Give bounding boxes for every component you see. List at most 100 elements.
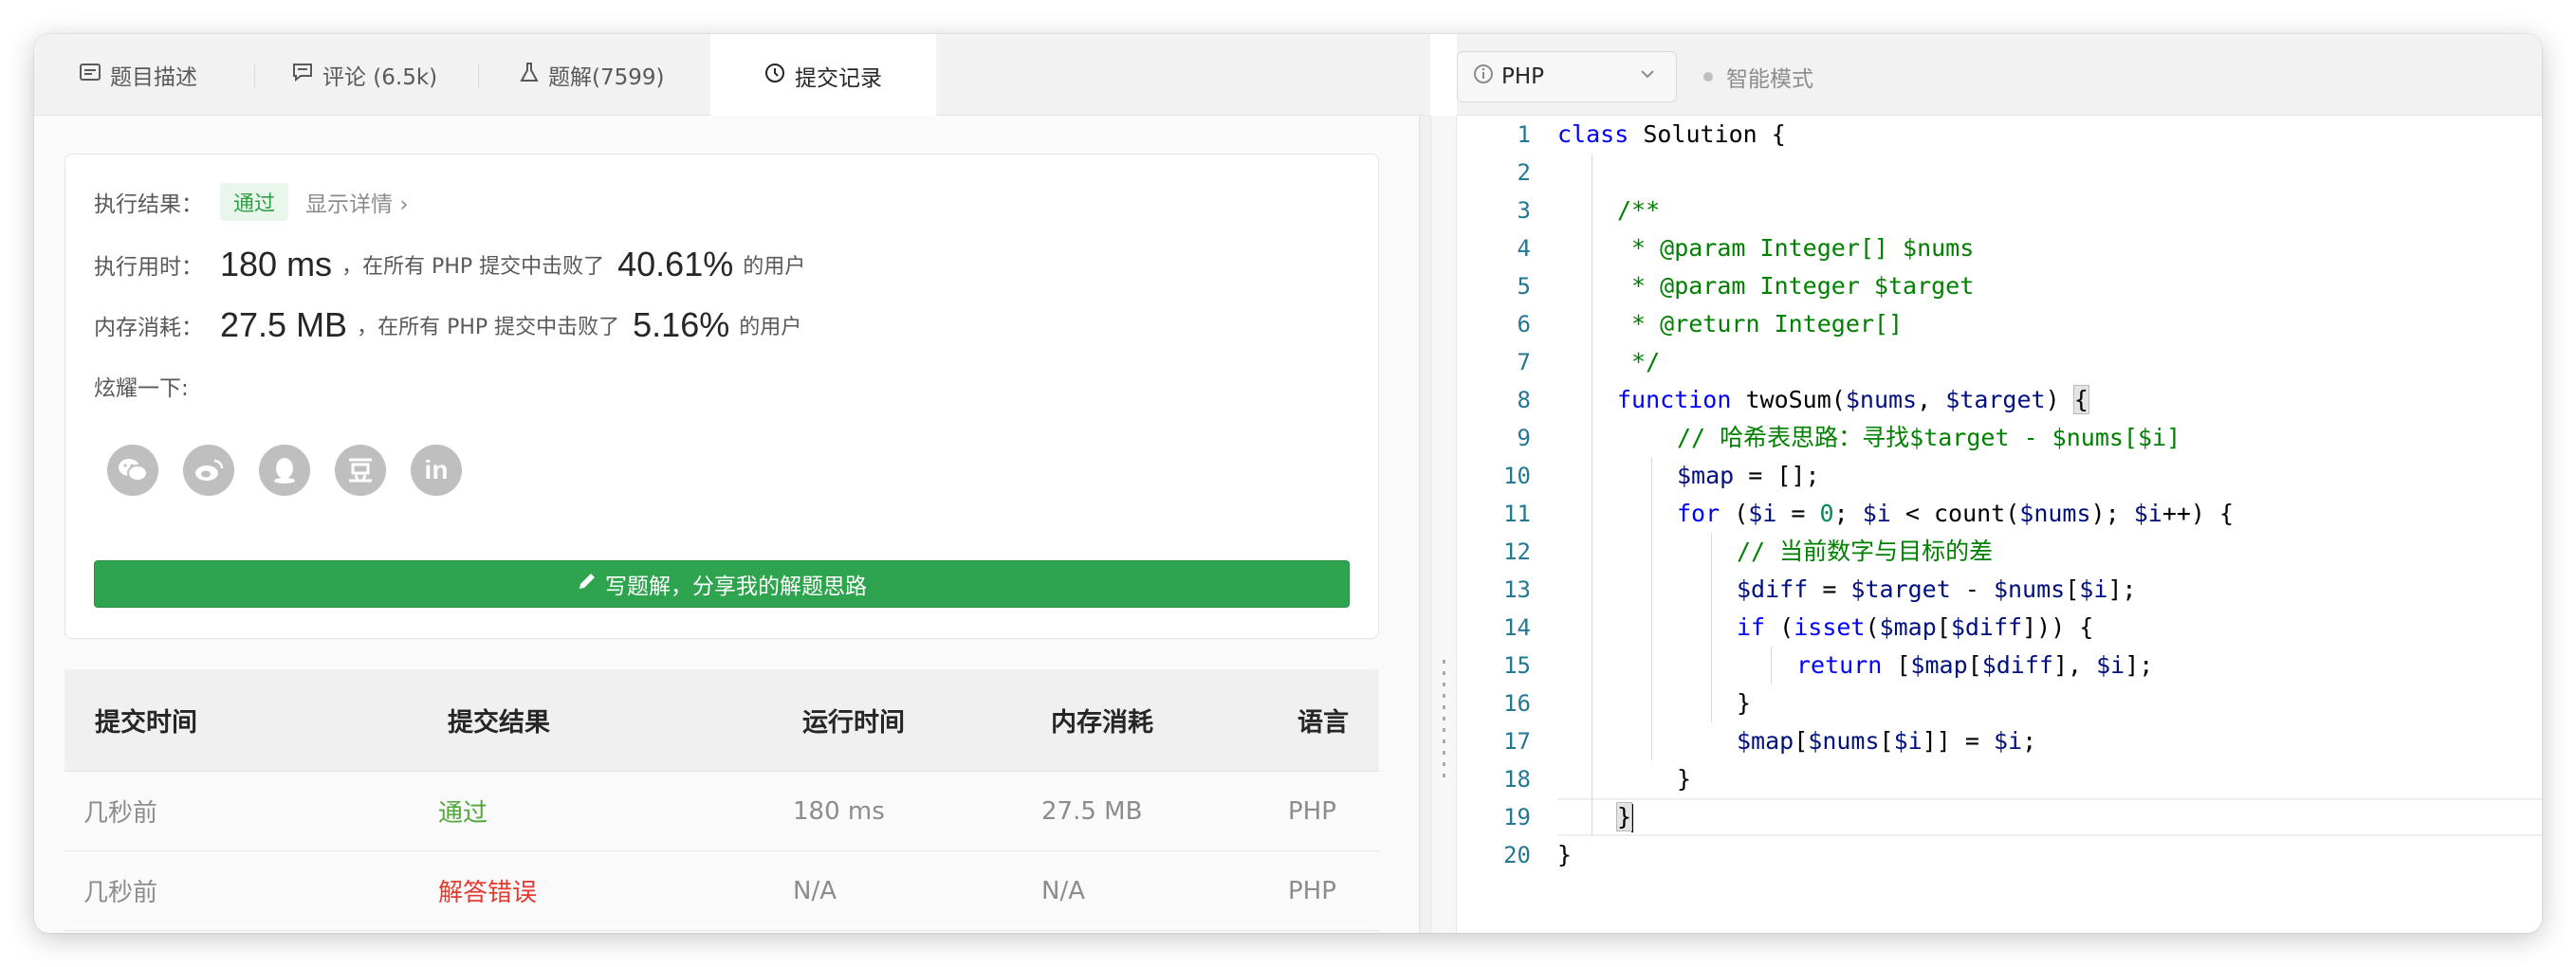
code-token: $i [2079,575,2108,603]
code-token: } [1737,689,1752,717]
tab-description-label: 题目描述 [110,65,197,90]
code-token: ]; [2107,575,2137,603]
tab-submissions[interactable]: 提交记录 [710,34,936,117]
runtime-text: ，在所有 PHP 提交中击败了 [341,255,605,279]
line-number: 15 [1503,652,1531,679]
tab-submissions-label: 提交记录 [795,65,882,91]
code-token: ]; [2125,651,2154,679]
code-token: $map [1879,613,1937,641]
memory-row: 内存消耗： 27.5 MB ，在所有 PHP 提交中击败了 5.16% 的用户 [94,302,801,348]
code-token: $i [1862,500,1891,527]
code-token: ; [2022,727,2037,755]
line-number: 9 [1517,425,1531,451]
code-token: $map [1677,462,1735,489]
code-token: 0 [1819,500,1834,527]
code-line: function twoSum($nums, $target) { [1557,381,2542,419]
runtime-value: 180 ms [220,245,333,283]
code-token: [ [1794,727,1809,755]
code-line: * @param Integer[] $nums [1557,229,2542,267]
pencil-icon [577,571,605,597]
pane-resizer[interactable] [1430,116,1457,933]
result-card: 执行结果： 通过 显示详情 › 执行用时： 180 ms ，在所有 PHP 提交… [64,154,1379,639]
tab-comments[interactable]: 评论 (6.5k) [292,34,437,116]
code-editor[interactable]: 1 2 3 4 5 6 7 8 9 10 11 12 13 14 15 16 1… [1457,116,2542,933]
qq-icon[interactable] [259,445,310,496]
code-token: $diff [1950,613,2023,641]
code-token: { [2072,385,2089,414]
code-token: - [1950,575,1994,603]
line-number: 16 [1503,690,1531,717]
share-icons: in [107,445,462,496]
left-scrollbar[interactable] [1419,116,1430,933]
tab-separator [254,64,255,87]
runtime-row: 执行用时： 180 ms ，在所有 PHP 提交中击败了 40.61% 的用户 [94,242,805,287]
code-token: $diff [1981,651,2053,679]
resize-handle-dots[interactable] [1443,660,1445,783]
code-token: if [1737,613,1766,641]
smart-mode-toggle[interactable]: 智能模式 [1703,61,1813,93]
code-token: $target [1850,575,1951,603]
memory-value: 27.5 MB [220,305,348,344]
code-line: } [1557,760,2542,798]
code-token: [ [1967,651,1982,679]
code-line: } [1557,836,2542,874]
weibo-icon[interactable] [183,445,234,496]
line-number: 20 [1503,842,1531,868]
code-token: } [1615,802,1633,831]
code-token: $nums [1845,386,1918,413]
header-language: 语言 [1297,708,1349,738]
table-header: 提交时间 提交结果 运行时间 内存消耗 语言 [64,669,1379,772]
header-runtime: 运行时间 [802,708,905,738]
tab-description[interactable]: 题目描述 [80,34,197,116]
wechat-icon[interactable] [107,445,158,496]
code-token: $nums [1808,727,1880,755]
code-line: * @return Integer[] [1557,305,2542,343]
row-result[interactable]: 通过 [438,794,488,829]
language-value: PHP [1501,64,1545,89]
tab-solutions[interactable]: 题解(7599) [520,34,664,116]
row-runtime: N/A [793,876,837,905]
code-token: ; [1833,500,1863,527]
code-line: } [1557,684,2542,722]
line-number: 19 [1503,804,1531,830]
code-token: * @return Integer[] [1617,310,1904,338]
code-token: $target [1945,386,2046,413]
table-row[interactable]: 几秒前 通过 180 ms 27.5 MB PHP [64,772,1379,851]
memory-text: ，在所有 PHP 提交中击败了 [357,316,620,339]
code-token: ++) { [2162,500,2235,527]
row-memory: N/A [1041,876,1085,905]
line-number: 17 [1503,728,1531,755]
code-token: $i [1993,727,2023,755]
code-token: $i [2096,651,2125,679]
linkedin-icon[interactable]: in [411,445,462,496]
row-runtime: 180 ms [793,796,885,826]
tab-bar: 题目描述 评论 (6.5k) 题解(7599) 提交记录 [34,34,1430,117]
douban-icon[interactable] [335,445,386,496]
row-language: PHP [1288,876,1336,905]
line-number: 8 [1517,387,1531,413]
show-details-link[interactable]: 显示详情 › [305,186,409,218]
code-token: [ [1936,613,1951,641]
header-submit-result: 提交结果 [448,708,550,738]
line-number: 3 [1517,197,1531,224]
share-row: 炫耀一下: [94,371,189,401]
code-line: class Solution { [1557,116,2542,154]
runtime-suffix: 的用户 [743,255,806,279]
line-number: 6 [1517,311,1531,338]
code-line: */ [1557,343,2542,381]
smart-mode-label: 智能模式 [1726,67,1813,92]
table-row[interactable]: 几秒前 解答错误 N/A N/A PHP [64,851,1379,931]
code-token: $i [1893,727,1923,755]
language-select[interactable]: PHP [1457,51,1677,102]
code-token: class [1557,120,1629,148]
code-line: } [1557,798,2542,836]
code-token: $diff [1737,575,1809,603]
write-solution-button[interactable]: 写题解，分享我的解题思路 [94,560,1350,608]
code-token: } [1557,841,1573,868]
code-line: * @param Integer $target [1557,267,2542,305]
header-submit-time: 提交时间 [95,708,197,738]
share-label: 炫耀一下: [94,376,189,401]
comment-icon [292,62,322,88]
row-result[interactable]: 解答错误 [438,873,537,908]
